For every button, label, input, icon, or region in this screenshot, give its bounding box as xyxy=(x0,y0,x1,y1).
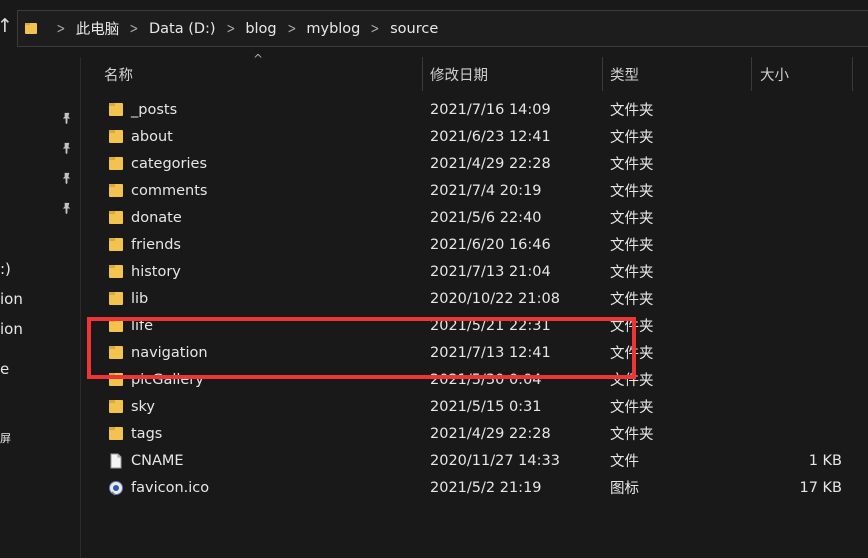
file-name: comments xyxy=(131,182,208,199)
file-type: 文件夹 xyxy=(610,103,654,119)
column-separator[interactable] xyxy=(602,57,603,91)
column-separator[interactable] xyxy=(751,57,752,91)
chevron-right-icon[interactable]: > xyxy=(371,21,380,37)
folder-icon xyxy=(108,183,124,198)
file-row[interactable]: _posts 2021/7/16 14:09 文件夹 xyxy=(84,96,868,123)
file-type: 文件夹 xyxy=(610,427,654,443)
pane-divider xyxy=(80,57,81,558)
file-name: CNAME xyxy=(131,452,184,469)
file-icon xyxy=(108,453,124,469)
file-row[interactable]: comments 2021/7/4 20:19 文件夹 xyxy=(84,177,868,204)
file-type: 文件 xyxy=(610,454,639,470)
file-type: 文件夹 xyxy=(610,211,654,227)
file-modified-date: 2021/6/20 16:46 xyxy=(430,236,551,253)
file-name: lib xyxy=(131,290,149,307)
file-modified-date: 2021/7/16 14:09 xyxy=(430,101,551,118)
breadcrumb-item[interactable]: blog xyxy=(245,21,276,37)
file-row[interactable]: categories 2021/4/29 22:28 文件夹 xyxy=(84,150,868,177)
file-modified-date: 2021/4/29 22:28 xyxy=(430,155,551,172)
breadcrumb-item[interactable]: Data (D:) xyxy=(149,21,216,37)
nav-item[interactable]: 屏 xyxy=(0,430,11,446)
file-row[interactable]: sky 2021/5/15 0:31 文件夹 xyxy=(84,393,868,420)
file-name: history xyxy=(131,263,181,280)
folder-icon xyxy=(108,210,124,225)
folder-icon xyxy=(108,102,124,117)
nav-item[interactable]: e xyxy=(0,360,9,378)
column-header-size[interactable]: 大小 xyxy=(760,57,789,91)
file-type: 文件夹 xyxy=(610,292,654,308)
address-bar[interactable]: > 此电脑 > Data (D:) > blog > myblog > source xyxy=(17,10,868,47)
file-row[interactable]: favicon.ico 2021/5/2 21:19 图标 17 KB xyxy=(84,474,868,501)
nav-item[interactable]: ion xyxy=(0,320,23,338)
column-separator[interactable] xyxy=(852,57,853,91)
pin-icon[interactable] xyxy=(60,202,74,216)
file-type: 图标 xyxy=(610,481,639,497)
file-row[interactable]: tags 2021/4/29 22:28 文件夹 xyxy=(84,420,868,447)
column-header-date[interactable]: 修改日期 xyxy=(430,57,488,91)
file-modified-date: 2021/7/13 21:04 xyxy=(430,263,551,280)
navigation-pane: :) ion ion e 屏 xyxy=(0,57,80,558)
pin-icon[interactable] xyxy=(60,172,74,186)
file-modified-date: 2020/10/22 21:08 xyxy=(430,290,560,307)
file-name: about xyxy=(131,128,173,145)
file-modified-date: 2021/5/2 21:19 xyxy=(430,479,542,496)
file-name: friends xyxy=(131,236,181,253)
chevron-right-icon[interactable]: > xyxy=(130,21,139,37)
folder-icon xyxy=(108,237,124,252)
file-name: donate xyxy=(131,209,182,226)
folder-icon xyxy=(108,156,124,171)
nav-item-drive[interactable]: :) xyxy=(0,260,11,278)
breadcrumb-item[interactable]: myblog xyxy=(306,21,360,37)
file-size: 1 KB xyxy=(808,452,842,469)
favicon-icon xyxy=(108,480,124,496)
file-name: favicon.ico xyxy=(131,479,210,496)
chevron-right-icon[interactable]: > xyxy=(226,21,235,37)
folder-icon xyxy=(25,23,37,34)
chevron-right-icon[interactable]: > xyxy=(287,21,296,37)
file-type: 文件夹 xyxy=(610,265,654,281)
file-modified-date: 2020/11/27 14:33 xyxy=(430,452,560,469)
file-modified-date: 2021/5/15 0:31 xyxy=(430,398,542,415)
file-type: 文件夹 xyxy=(610,400,654,416)
file-size: 17 KB xyxy=(799,479,842,496)
file-modified-date: 2021/7/4 20:19 xyxy=(430,182,542,199)
folder-icon xyxy=(108,291,124,306)
folder-icon xyxy=(108,264,124,279)
file-row[interactable]: lib 2020/10/22 21:08 文件夹 xyxy=(84,285,868,312)
file-modified-date: 2021/4/29 22:28 xyxy=(430,425,551,442)
breadcrumb-item[interactable]: source xyxy=(390,21,438,37)
breadcrumb: > 此电脑 > Data (D:) > blog > myblog > source xyxy=(46,11,438,46)
breadcrumb-item[interactable]: 此电脑 xyxy=(76,18,120,39)
file-name: sky xyxy=(131,398,156,415)
file-name: tags xyxy=(131,425,163,442)
file-name: categories xyxy=(131,155,208,172)
file-row[interactable]: friends 2021/6/20 16:46 文件夹 xyxy=(84,231,868,258)
folder-icon xyxy=(108,426,124,441)
pin-icon[interactable] xyxy=(60,112,74,126)
file-type: 文件夹 xyxy=(610,238,654,254)
highlight-box xyxy=(87,317,636,379)
nav-item[interactable]: ion xyxy=(0,290,23,308)
column-header-name[interactable]: 名称 xyxy=(104,57,133,91)
file-modified-date: 2021/6/23 12:41 xyxy=(430,128,551,145)
file-row[interactable]: about 2021/6/23 12:41 文件夹 xyxy=(84,123,868,150)
up-arrow-icon[interactable]: ↑ xyxy=(0,15,13,37)
file-row[interactable]: CNAME 2020/11/27 14:33 文件 1 KB xyxy=(84,447,868,474)
folder-icon xyxy=(108,399,124,414)
column-separator[interactable] xyxy=(422,57,423,91)
address-bar-row: ↑ > 此电脑 > Data (D:) > blog > myblog > source xyxy=(0,0,868,57)
pin-icon[interactable] xyxy=(60,142,74,156)
chevron-right-icon[interactable]: > xyxy=(56,21,65,37)
file-type: 文件夹 xyxy=(610,130,654,146)
file-row[interactable]: history 2021/7/13 21:04 文件夹 xyxy=(84,258,868,285)
file-modified-date: 2021/5/6 22:40 xyxy=(430,209,542,226)
file-type: 文件夹 xyxy=(610,157,654,173)
file-type: 文件夹 xyxy=(610,184,654,200)
column-header-type[interactable]: 类型 xyxy=(610,57,639,91)
file-row[interactable]: donate 2021/5/6 22:40 文件夹 xyxy=(84,204,868,231)
folder-icon xyxy=(108,129,124,144)
file-name: _posts xyxy=(131,101,178,118)
sort-ascending-icon: ^ xyxy=(253,52,264,66)
